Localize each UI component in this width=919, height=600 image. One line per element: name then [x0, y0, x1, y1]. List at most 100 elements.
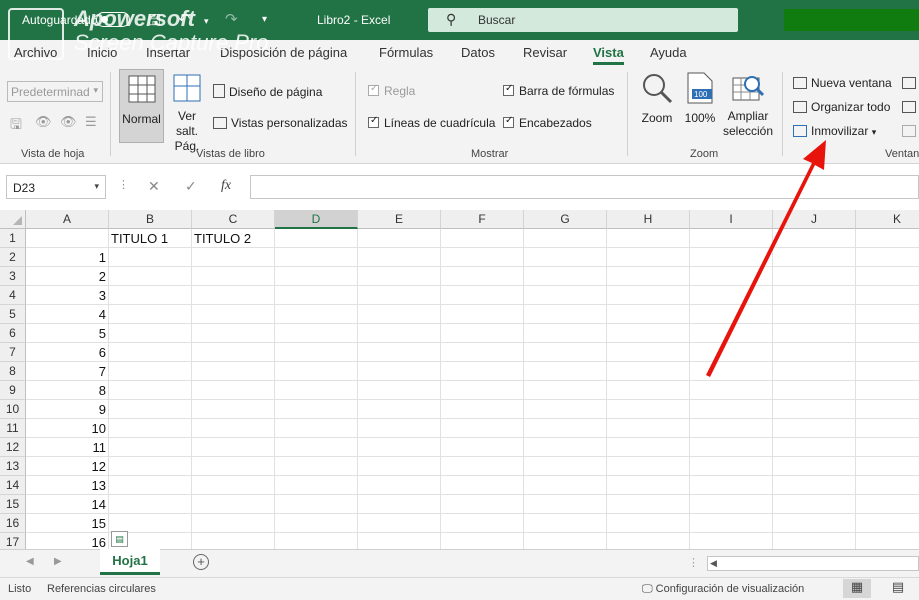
cell-a2[interactable]: 1	[26, 248, 109, 267]
cell-a3[interactable]: 2	[26, 267, 109, 286]
row-header-12[interactable]: 12	[0, 438, 26, 457]
unhide-button[interactable]	[902, 124, 919, 138]
tab-archivo[interactable]: Archivo	[14, 45, 57, 60]
column-header-d[interactable]: D	[275, 210, 358, 229]
formula-bar-checkbox[interactable]: Barra de fórmulas	[503, 83, 614, 98]
cell-c1[interactable]: TITULO 2	[191, 229, 254, 248]
column-header-b[interactable]: B	[109, 210, 192, 229]
tab-formulas[interactable]: Fórmulas	[379, 45, 433, 60]
exit-view-icon[interactable]: 👁	[35, 114, 52, 130]
arrange-all-button[interactable]: Organizar todo	[793, 100, 890, 114]
cell-a11[interactable]: 10	[26, 419, 109, 438]
cell-grid[interactable]	[26, 229, 919, 549]
cell-a14[interactable]: 13	[26, 476, 109, 495]
tab-ayuda[interactable]: Ayuda	[650, 45, 687, 60]
page-layout-button[interactable]: Diseño de página	[213, 84, 322, 99]
zoom-100-button[interactable]: 100 100%	[683, 72, 717, 125]
freeze-panes-button[interactable]: Inmovilizar ▾	[793, 124, 876, 138]
column-header-f[interactable]: F	[441, 210, 524, 229]
row-header-8[interactable]: 8	[0, 362, 26, 381]
cell-a4[interactable]: 3	[26, 286, 109, 305]
row-header-14[interactable]: 14	[0, 476, 26, 495]
redo-icon[interactable]: ↷	[225, 10, 238, 28]
scroll-left-icon[interactable]: ◀	[710, 558, 717, 569]
normal-view-status-icon[interactable]: ▦	[843, 579, 871, 598]
tab-vista[interactable]: Vista	[593, 45, 624, 65]
normal-view-button[interactable]: Normal	[119, 69, 164, 143]
row-header-4[interactable]: 4	[0, 286, 26, 305]
new-window-button[interactable]: Nueva ventana	[793, 76, 892, 90]
split-button[interactable]	[902, 76, 919, 90]
row-header-15[interactable]: 15	[0, 495, 26, 514]
headings-checkbox[interactable]: Encabezados	[503, 115, 592, 130]
autosave-toggle[interactable]	[96, 12, 130, 27]
new-view-icon[interactable]: 👁	[60, 114, 77, 130]
column-header-g[interactable]: G	[524, 210, 607, 229]
name-box[interactable]: D23 ▾	[6, 175, 106, 199]
enter-icon[interactable]: ✓	[185, 178, 197, 195]
cell-a7[interactable]: 6	[26, 343, 109, 362]
status-circular-references[interactable]: Referencias circulares	[47, 583, 156, 595]
account-area[interactable]	[784, 9, 919, 31]
tab-inicio[interactable]: Inicio	[87, 45, 117, 60]
row-header-9[interactable]: 9	[0, 381, 26, 400]
cell-a6[interactable]: 5	[26, 324, 109, 343]
customize-qat-icon[interactable]: ▾	[262, 14, 267, 25]
undo-dropdown-icon[interactable]: ▾	[204, 16, 209, 27]
row-header-3[interactable]: 3	[0, 267, 26, 286]
next-sheet-icon[interactable]: ▶	[54, 556, 62, 567]
tab-insertar[interactable]: Insertar	[146, 45, 190, 60]
sheet-view-select[interactable]: Predeterminad ▾	[7, 81, 103, 102]
cell-b1[interactable]: TITULO 1	[108, 229, 171, 248]
horizontal-scrollbar[interactable]: ◀	[707, 556, 919, 571]
zoom-selection-button[interactable]: Ampliar selección	[720, 72, 776, 139]
keep-view-icon[interactable]: 🖫	[10, 114, 22, 138]
cell-a15[interactable]: 14	[26, 495, 109, 514]
column-header-i[interactable]: I	[690, 210, 773, 229]
display-settings-button[interactable]: 🖵 Configuración de visualización	[642, 583, 804, 596]
cell-a8[interactable]: 7	[26, 362, 109, 381]
column-header-c[interactable]: C	[192, 210, 275, 229]
row-header-1[interactable]: 1	[0, 229, 26, 248]
zoom-button[interactable]: Zoom	[637, 72, 677, 125]
column-header-h[interactable]: H	[607, 210, 690, 229]
cell-a5[interactable]: 4	[26, 305, 109, 324]
row-header-11[interactable]: 11	[0, 419, 26, 438]
column-header-a[interactable]: A	[26, 210, 109, 229]
insert-function-icon[interactable]: fx	[221, 178, 231, 194]
page-layout-status-icon[interactable]: ▤	[884, 579, 912, 598]
cell-a13[interactable]: 12	[26, 457, 109, 476]
row-header-13[interactable]: 13	[0, 457, 26, 476]
custom-views-button[interactable]: Vistas personalizadas	[213, 116, 348, 130]
cell-a10[interactable]: 9	[26, 400, 109, 419]
tab-datos[interactable]: Datos	[461, 45, 495, 60]
search-box[interactable]: ⚲ Buscar	[428, 8, 738, 32]
row-header-6[interactable]: 6	[0, 324, 26, 343]
select-all-button[interactable]	[0, 210, 26, 229]
column-header-j[interactable]: J	[773, 210, 856, 229]
cell-a9[interactable]: 8	[26, 381, 109, 400]
formula-input[interactable]	[250, 175, 919, 199]
row-header-10[interactable]: 10	[0, 400, 26, 419]
gridlines-checkbox[interactable]: Líneas de cuadrícula	[368, 115, 495, 130]
column-header-e[interactable]: E	[358, 210, 441, 229]
cell-a16[interactable]: 15	[26, 514, 109, 533]
row-header-2[interactable]: 2	[0, 248, 26, 267]
column-header-k[interactable]: K	[856, 210, 919, 229]
options-icon[interactable]: ☰	[85, 114, 97, 130]
cancel-icon[interactable]: ✕	[148, 178, 160, 195]
add-sheet-button[interactable]: +	[193, 554, 209, 570]
ruler-checkbox[interactable]: Regla	[368, 83, 415, 98]
prev-sheet-icon[interactable]: ◀	[26, 556, 34, 567]
page-break-view-button[interactable]: Ver salt. Pág.	[166, 69, 208, 154]
row-header-16[interactable]: 16	[0, 514, 26, 533]
save-icon[interactable]: 🖫	[148, 10, 161, 35]
cell-a12[interactable]: 11	[26, 438, 109, 457]
quick-analysis-icon[interactable]: ▤	[111, 531, 128, 547]
row-header-7[interactable]: 7	[0, 343, 26, 362]
tab-revisar[interactable]: Revisar	[523, 45, 567, 60]
hide-button[interactable]	[902, 100, 919, 114]
tab-disposicion[interactable]: Disposición de página	[220, 45, 347, 60]
undo-icon[interactable]: ↶	[178, 10, 191, 28]
row-header-5[interactable]: 5	[0, 305, 26, 324]
